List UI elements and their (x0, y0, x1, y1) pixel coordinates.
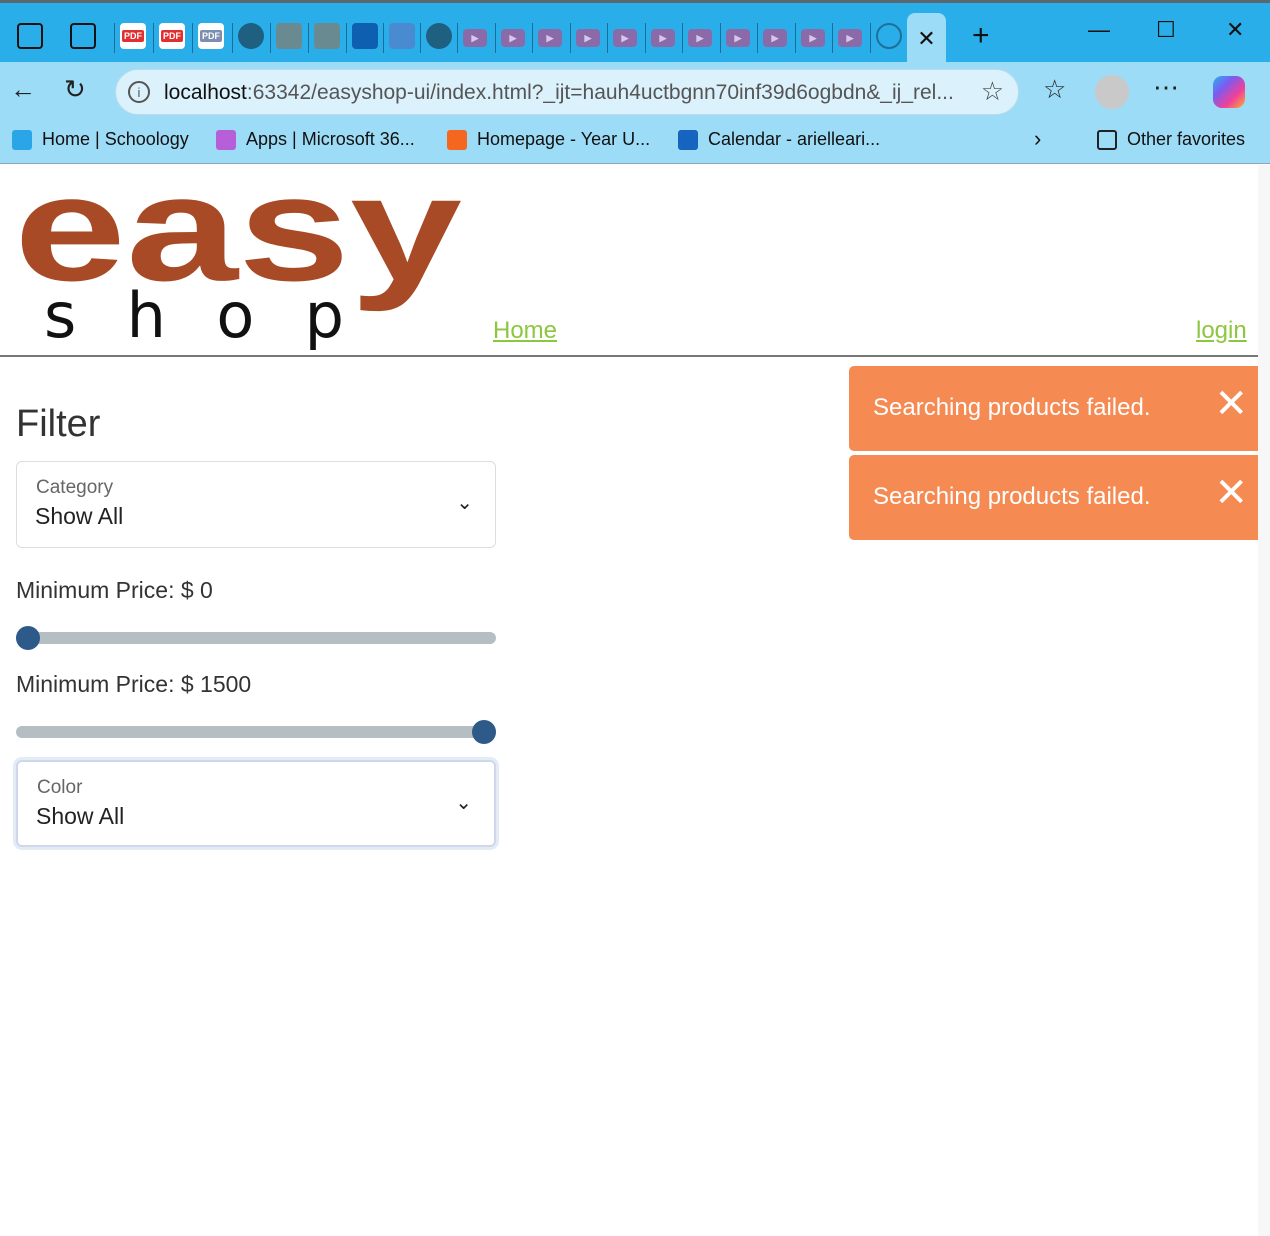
youtube-icon[interactable]: ▶ (538, 29, 562, 47)
tab-separator (570, 23, 571, 53)
microsoft365-icon (216, 129, 236, 150)
pdf-icon[interactable]: PDF (198, 23, 224, 49)
category-value: Show All (35, 503, 124, 529)
max-price-slider-thumb[interactable] (472, 720, 496, 744)
tab-separator (114, 23, 115, 53)
maximize-icon[interactable]: ☐ (1156, 17, 1176, 43)
refresh-icon[interactable]: ↻ (64, 74, 86, 105)
tab-separator (346, 23, 347, 53)
chatgpt-icon[interactable] (426, 23, 452, 49)
max-price-slider[interactable] (16, 720, 496, 744)
max-price-label: Minimum Price: $ 1500 (16, 671, 252, 697)
tab-actions-icon[interactable] (70, 23, 96, 49)
youtube-icon[interactable]: ▶ (763, 29, 787, 47)
youtube-icon[interactable]: ▶ (463, 29, 487, 47)
tab-separator (870, 23, 871, 53)
schoology-icon (12, 129, 32, 150)
browser-tab-bar: ✕ + — ☐ ✕ PDF PDF PDF ▶ ▶ ▶ ▶ ▶ ▶ ▶ ▶ ▶ ▶ ▶ (0, 0, 1270, 65)
folder-icon (1097, 129, 1117, 150)
address-bar[interactable]: i localhost:63342/easyshop-ui/index.html… (115, 69, 1019, 115)
tab-separator (270, 23, 271, 53)
favorites-bar: Home | Schoology Apps | Microsoft 36... … (0, 120, 1270, 164)
tab-separator (832, 23, 833, 53)
tab-separator (192, 23, 193, 53)
office-icon[interactable] (352, 23, 378, 49)
youtube-icon[interactable]: ▶ (576, 29, 600, 47)
youtube-icon[interactable]: ▶ (501, 29, 525, 47)
tab-separator (795, 23, 796, 53)
home-link[interactable]: Home (493, 317, 557, 345)
tab-separator (420, 23, 421, 53)
color-label: Color (37, 777, 83, 798)
close-window-icon[interactable]: ✕ (1226, 17, 1244, 43)
youtube-icon[interactable]: ▶ (801, 29, 825, 47)
tab-separator (383, 23, 384, 53)
profile-avatar[interactable] (1095, 75, 1129, 109)
site-info-icon[interactable]: i (128, 81, 150, 103)
error-toast: Searching products failed. ✕ (849, 455, 1270, 540)
chevron-down-icon: ⌄ (456, 492, 473, 514)
tab-separator (532, 23, 533, 53)
favorite-schoology[interactable]: Home | Schoology (12, 129, 189, 150)
youtube-icon[interactable]: ▶ (613, 29, 637, 47)
page-content: easy shop Home login Filter Category Sho… (0, 144, 1270, 1236)
close-icon[interactable]: ✕ (1214, 384, 1248, 424)
minimize-icon[interactable]: — (1088, 17, 1110, 43)
tab-separator (232, 23, 233, 53)
active-tab-close-button[interactable]: ✕ (907, 13, 946, 65)
youtube-icon[interactable]: ▶ (651, 29, 675, 47)
close-icon[interactable]: ✕ (1214, 473, 1248, 513)
favorite-calendar[interactable]: Calendar - arielleari... (678, 129, 880, 150)
pdf-icon[interactable]: PDF (120, 23, 146, 49)
category-select[interactable]: Category Show All ⌄ (16, 461, 496, 548)
back-icon[interactable]: ← (10, 74, 36, 105)
chevron-down-icon: ⌄ (455, 792, 472, 814)
tab-separator (457, 23, 458, 53)
github-icon[interactable] (238, 23, 264, 49)
tab-separator (153, 23, 154, 53)
tab-separator (645, 23, 646, 53)
filter-title: Filter (16, 403, 101, 445)
calendar-icon (678, 129, 698, 150)
min-price-label: Minimum Price: $ 0 (16, 577, 213, 603)
copilot-icon[interactable] (1213, 76, 1245, 108)
login-link[interactable]: login (1196, 317, 1247, 345)
pdf-icon[interactable]: PDF (159, 23, 185, 49)
favorites-icon[interactable]: ☆ (1043, 74, 1066, 105)
min-price-slider-thumb[interactable] (16, 626, 40, 650)
min-price-slider[interactable] (16, 626, 496, 650)
year-up-icon (447, 129, 467, 150)
workspaces-icon[interactable] (17, 23, 43, 49)
url-text: localhost:63342/easyshop-ui/index.html?_… (164, 81, 954, 104)
tab-separator (720, 23, 721, 53)
tab-separator (495, 23, 496, 53)
toast-message: Searching products failed. (873, 394, 1151, 421)
error-toast: Searching products failed. ✕ (849, 366, 1270, 451)
youtube-icon[interactable]: ▶ (726, 29, 750, 47)
easyshop-logo[interactable]: easy shop (14, 144, 464, 355)
favorite-microsoft-apps[interactable]: Apps | Microsoft 36... (216, 129, 415, 150)
favorite-homepage[interactable]: Homepage - Year U... (447, 129, 650, 150)
globe-icon[interactable] (876, 23, 902, 49)
color-value: Show All (36, 803, 125, 829)
teams-icon[interactable] (389, 23, 415, 49)
new-tab-icon[interactable]: + (972, 19, 990, 53)
yellow-y-icon[interactable] (276, 23, 302, 49)
other-favorites[interactable]: Other favorites (1097, 129, 1245, 150)
yellow-y-icon[interactable] (314, 23, 340, 49)
favorites-chevron-icon[interactable]: › (1034, 126, 1041, 152)
add-favorite-star-icon[interactable]: ☆ (981, 76, 1004, 107)
tab-separator (308, 23, 309, 53)
youtube-icon[interactable]: ▶ (838, 29, 862, 47)
more-icon[interactable]: ⋯ (1153, 72, 1179, 103)
tab-separator (757, 23, 758, 53)
category-label: Category (36, 477, 114, 498)
header-divider (0, 355, 1270, 357)
youtube-icon[interactable]: ▶ (688, 29, 712, 47)
color-select[interactable]: Color Show All ⌄ (16, 760, 496, 847)
tab-separator (607, 23, 608, 53)
page-scrollbar[interactable] (1258, 165, 1270, 1236)
tab-separator (682, 23, 683, 53)
toast-message: Searching products failed. (873, 483, 1151, 510)
